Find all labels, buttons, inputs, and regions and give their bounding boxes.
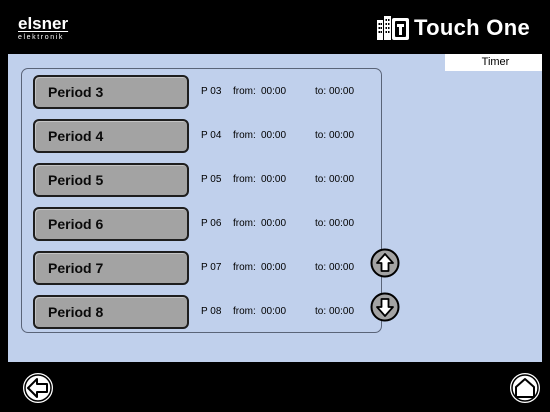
period-button-label: Period 5 xyxy=(48,172,104,188)
period-button-label: Period 4 xyxy=(48,128,104,144)
period-code: P 03 xyxy=(201,86,222,97)
logo-sub-text: elektronik xyxy=(18,34,64,41)
from-label: from: xyxy=(233,174,256,185)
from-value: 00:00 xyxy=(261,306,287,317)
list-item: Period 7 P 07 from: 00:00 to: 00:00 xyxy=(33,251,373,285)
period-6-button[interactable]: Period 6 xyxy=(33,207,189,241)
from-value: 00:00 xyxy=(261,174,287,185)
to-label: to: xyxy=(315,174,327,185)
tab-timer[interactable]: Timer xyxy=(445,54,542,71)
arrow-up-icon xyxy=(370,248,400,278)
home-icon xyxy=(509,372,541,404)
footer-bar xyxy=(0,362,550,412)
from-value: 00:00 xyxy=(261,218,287,229)
period-button-label: Period 3 xyxy=(48,84,104,100)
to-value: 00:00 xyxy=(329,174,355,185)
list-item: Period 8 P 08 from: 00:00 to: 00:00 xyxy=(33,295,373,329)
to-label: to: xyxy=(315,306,327,317)
period-7-button[interactable]: Period 7 xyxy=(33,251,189,285)
brand: Touch One xyxy=(376,15,530,41)
from-value: 00:00 xyxy=(261,130,287,141)
period-button-label: Period 6 xyxy=(48,216,104,232)
tab-timer-label: Timer xyxy=(481,56,510,68)
period-4-button[interactable]: Period 4 xyxy=(33,119,189,153)
back-button[interactable] xyxy=(21,371,55,405)
from-label: from: xyxy=(233,218,256,229)
from-value: 00:00 xyxy=(261,262,287,273)
period-code: P 07 xyxy=(201,262,222,273)
period-code: P 06 xyxy=(201,218,222,229)
from-label: from: xyxy=(233,130,256,141)
to-value: 00:00 xyxy=(329,86,355,97)
period-button-label: Period 7 xyxy=(48,260,104,276)
period-code: P 05 xyxy=(201,174,222,185)
to-label: to: xyxy=(315,130,327,141)
to-label: to: xyxy=(315,86,327,97)
logo-main-text: elsner xyxy=(18,14,69,33)
scroll-up-button[interactable] xyxy=(370,248,400,278)
brand-title: Touch One xyxy=(414,15,530,40)
from-value: 00:00 xyxy=(261,86,287,97)
period-3-button[interactable]: Period 3 xyxy=(33,75,189,109)
to-label: to: xyxy=(315,262,327,273)
list-item: Period 5 P 05 from: 00:00 to: 00:00 xyxy=(33,163,373,197)
to-value: 00:00 xyxy=(329,262,355,273)
to-value: 00:00 xyxy=(329,306,355,317)
home-button[interactable] xyxy=(508,371,542,405)
header-bar: elsner elektronik Touch One xyxy=(0,0,550,54)
arrow-down-icon xyxy=(370,292,400,322)
from-label: from: xyxy=(233,262,256,273)
list-item: Period 4 P 04 from: 00:00 to: 00:00 xyxy=(33,119,373,153)
period-code: P 04 xyxy=(201,130,222,141)
to-value: 00:00 xyxy=(329,130,355,141)
period-5-button[interactable]: Period 5 xyxy=(33,163,189,197)
period-code: P 08 xyxy=(201,306,222,317)
to-label: to: xyxy=(315,218,327,229)
period-button-label: Period 8 xyxy=(48,304,104,320)
scroll-down-button[interactable] xyxy=(370,292,400,322)
list-item: Period 3 P 03 from: 00:00 to: 00:00 xyxy=(33,75,373,109)
from-label: from: xyxy=(233,86,256,97)
list-item: Period 6 P 06 from: 00:00 to: 00:00 xyxy=(33,207,373,241)
elsner-logo: elsner elektronik xyxy=(18,14,69,41)
to-value: 00:00 xyxy=(329,218,355,229)
from-label: from: xyxy=(233,306,256,317)
period-8-button[interactable]: Period 8 xyxy=(33,295,189,329)
arrow-left-icon xyxy=(22,372,54,404)
building-icon xyxy=(377,16,410,40)
